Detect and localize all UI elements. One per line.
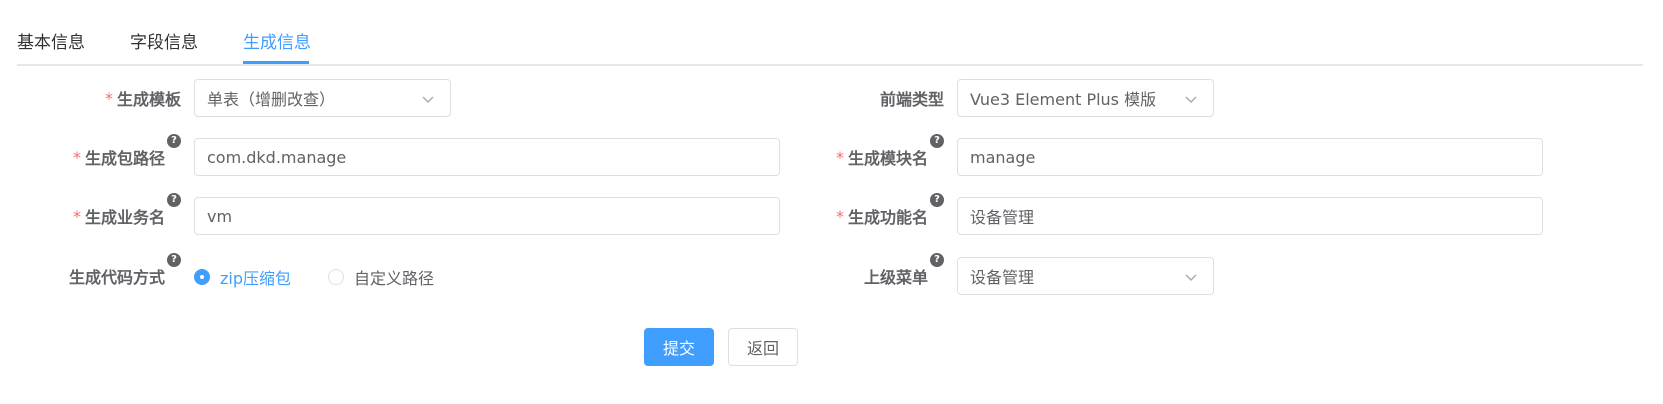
- active-tab-indicator: [243, 61, 309, 64]
- gen-type-label: 生成代码方式 ?: [69, 253, 181, 295]
- parent-menu-select[interactable]: 设备管理: [957, 257, 1214, 295]
- required-mark: *: [104, 88, 113, 108]
- radio-checked-icon: [194, 269, 210, 285]
- chevron-down-icon: [1185, 96, 1197, 104]
- chevron-down-icon: [1185, 274, 1197, 282]
- question-circle-icon[interactable]: ?: [167, 134, 181, 148]
- package-name-label: * 生成包路径 ?: [72, 134, 181, 176]
- tab-bar: 基本信息 字段信息 生成信息: [17, 0, 1643, 66]
- back-button[interactable]: 返回: [728, 328, 798, 366]
- frontend-type-label: 前端类型: [879, 90, 944, 109]
- chevron-down-icon: [422, 96, 434, 104]
- gen-type-radio-custom-path[interactable]: 自定义路径: [328, 267, 434, 288]
- package-name-input[interactable]: com.dkd.manage: [194, 138, 780, 176]
- module-name-input[interactable]: manage: [957, 138, 1543, 176]
- module-name-label: * 生成模块名 ?: [835, 134, 944, 176]
- parent-menu-label: 上级菜单 ?: [864, 253, 944, 295]
- function-name-input[interactable]: 设备管理: [957, 197, 1543, 235]
- question-circle-icon[interactable]: ?: [167, 253, 181, 267]
- tpl-category-label: * 生成模板: [104, 88, 181, 110]
- business-name-input[interactable]: vm: [194, 197, 780, 235]
- required-mark: *: [835, 147, 844, 167]
- question-circle-icon[interactable]: ?: [930, 193, 944, 207]
- required-mark: *: [835, 206, 844, 226]
- tab-field-info[interactable]: 字段信息: [130, 28, 198, 53]
- tab-basic-info[interactable]: 基本信息: [17, 28, 85, 53]
- tab-generate-info[interactable]: 生成信息: [243, 28, 311, 53]
- radio-unchecked-icon: [328, 269, 344, 285]
- tpl-category-select[interactable]: 单表（增删改查）: [194, 79, 451, 117]
- required-mark: *: [72, 206, 81, 226]
- frontend-type-select[interactable]: Vue3 Element Plus 模版: [957, 79, 1214, 117]
- required-mark: *: [72, 147, 81, 167]
- question-circle-icon[interactable]: ?: [167, 193, 181, 207]
- question-circle-icon[interactable]: ?: [930, 253, 944, 267]
- question-circle-icon[interactable]: ?: [930, 134, 944, 148]
- gen-type-radio-zip[interactable]: zip压缩包: [194, 267, 291, 288]
- business-name-label: * 生成业务名 ?: [72, 193, 181, 235]
- submit-button[interactable]: 提交: [644, 328, 714, 366]
- function-name-label: * 生成功能名 ?: [835, 193, 944, 235]
